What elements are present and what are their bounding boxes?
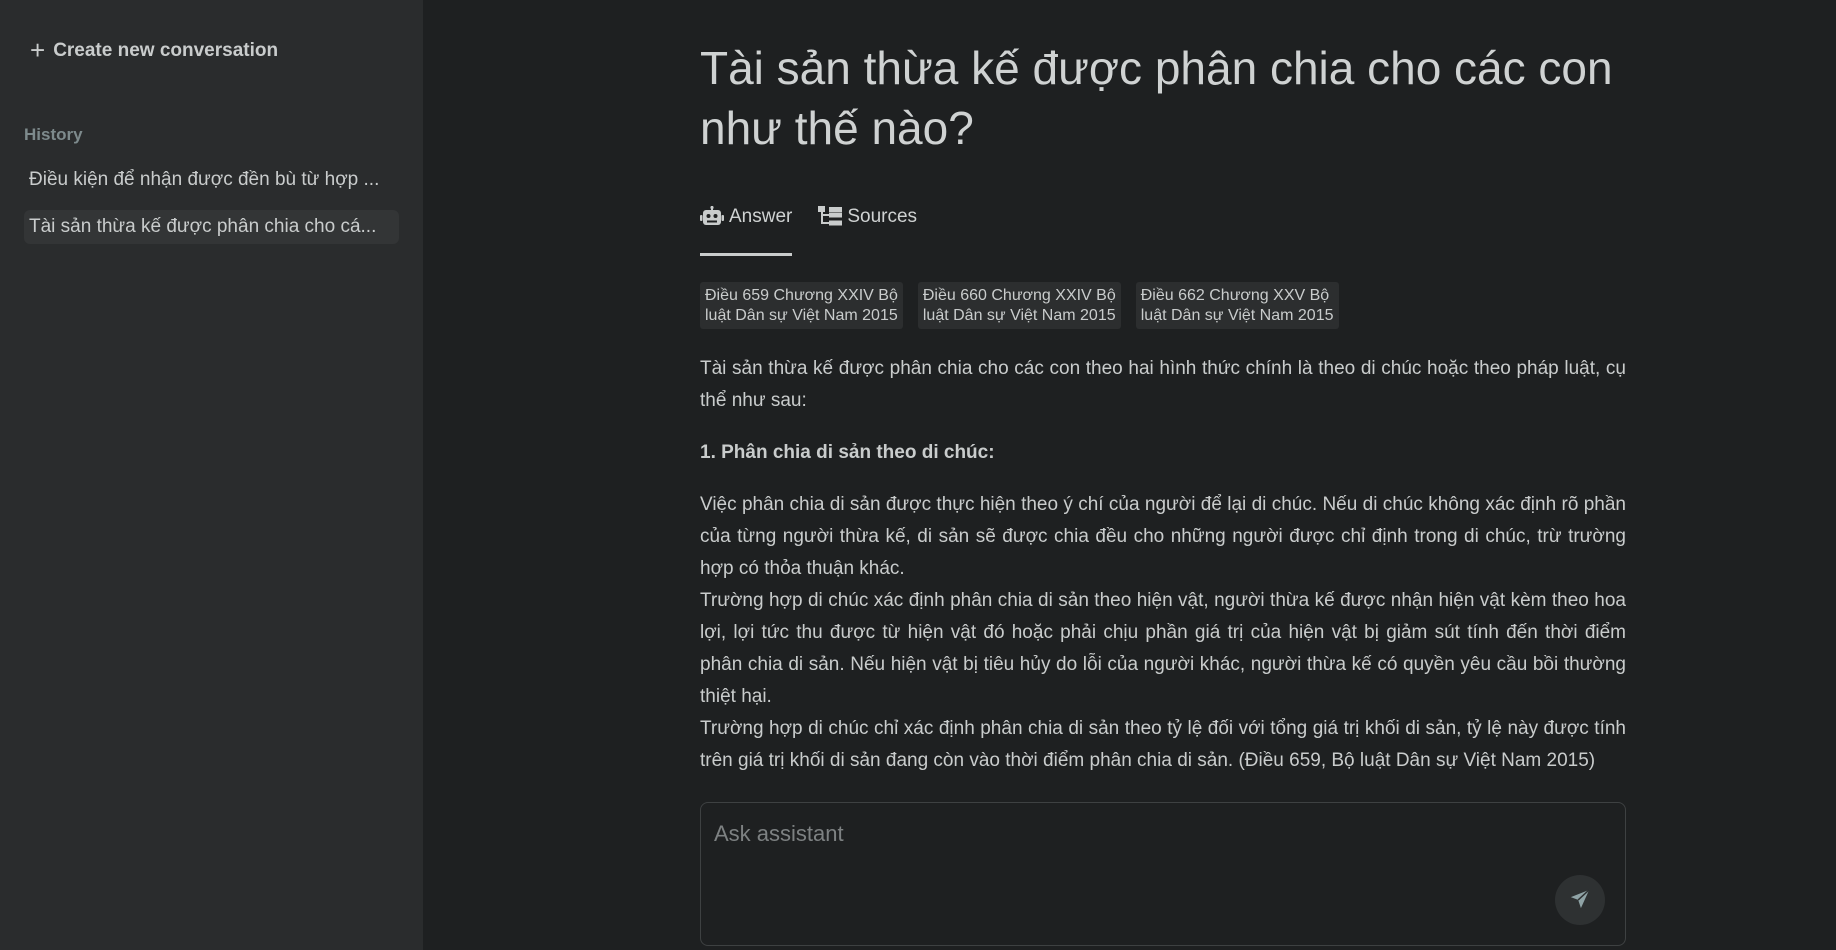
tab-sources-label: Sources bbox=[847, 206, 918, 227]
create-new-conversation-button[interactable]: + Create new conversation bbox=[30, 36, 278, 66]
page-title: Tài sản thừa kế được phân chia cho các c… bbox=[700, 42, 1613, 154]
tab-bar: Answer Sources bbox=[700, 200, 917, 256]
answer-paragraph: Trường hợp di chúc xác định phân chia di… bbox=[700, 590, 1626, 707]
ask-assistant-input[interactable] bbox=[714, 821, 1594, 861]
history-item-label: Điều kiện để nhận được đền bù từ hợp ... bbox=[29, 169, 380, 190]
tab-sources[interactable]: Sources bbox=[818, 200, 917, 234]
plus-icon: + bbox=[30, 34, 46, 65]
robot-icon bbox=[700, 206, 724, 228]
tab-answer[interactable]: Answer bbox=[700, 200, 793, 256]
history-item-label: Tài sản thừa kế được phân chia cho cá... bbox=[29, 216, 377, 237]
source-chips: Điều 659 Chương XXIV Bộ luật Dân sự Việt… bbox=[700, 282, 1339, 329]
history-item[interactable]: Điều kiện để nhận được đền bù từ hợp ... bbox=[24, 163, 399, 197]
answer-intro: Tài sản thừa kế được phân chia cho các c… bbox=[700, 358, 1626, 411]
answer-body: Tài sản thừa kế được phân chia cho các c… bbox=[700, 353, 1626, 777]
source-chip[interactable]: Điều 659 Chương XXIV Bộ luật Dân sự Việt… bbox=[700, 282, 903, 329]
history-item-active[interactable]: Tài sản thừa kế được phân chia cho cá... bbox=[24, 210, 399, 244]
history-list: Điều kiện để nhận được đền bù từ hợp ...… bbox=[24, 163, 399, 257]
main-content: Tài sản thừa kế được phân chia cho các c… bbox=[700, 0, 1626, 950]
sitemap-icon bbox=[818, 206, 843, 228]
sidebar: + Create new conversation History Điều k… bbox=[0, 0, 423, 950]
answer-paragraph: Việc phân chia di sản được thực hiện the… bbox=[700, 494, 1626, 579]
chat-input-box bbox=[700, 802, 1626, 946]
tab-answer-label: Answer bbox=[729, 206, 793, 227]
send-button[interactable] bbox=[1555, 875, 1605, 925]
send-icon bbox=[1569, 888, 1591, 913]
source-chip[interactable]: Điều 660 Chương XXIV Bộ luật Dân sự Việt… bbox=[917, 282, 1121, 329]
answer-heading: 1. Phân chia di sản theo di chúc: bbox=[700, 442, 995, 463]
history-label: History bbox=[24, 125, 83, 144]
source-chip[interactable]: Điều 662 Chương XXV Bộ luật Dân sự Việt … bbox=[1135, 282, 1339, 329]
create-new-conversation-label: Create new conversation bbox=[53, 40, 279, 61]
answer-paragraph: Trường hợp di chúc chỉ xác định phân chi… bbox=[700, 718, 1626, 771]
